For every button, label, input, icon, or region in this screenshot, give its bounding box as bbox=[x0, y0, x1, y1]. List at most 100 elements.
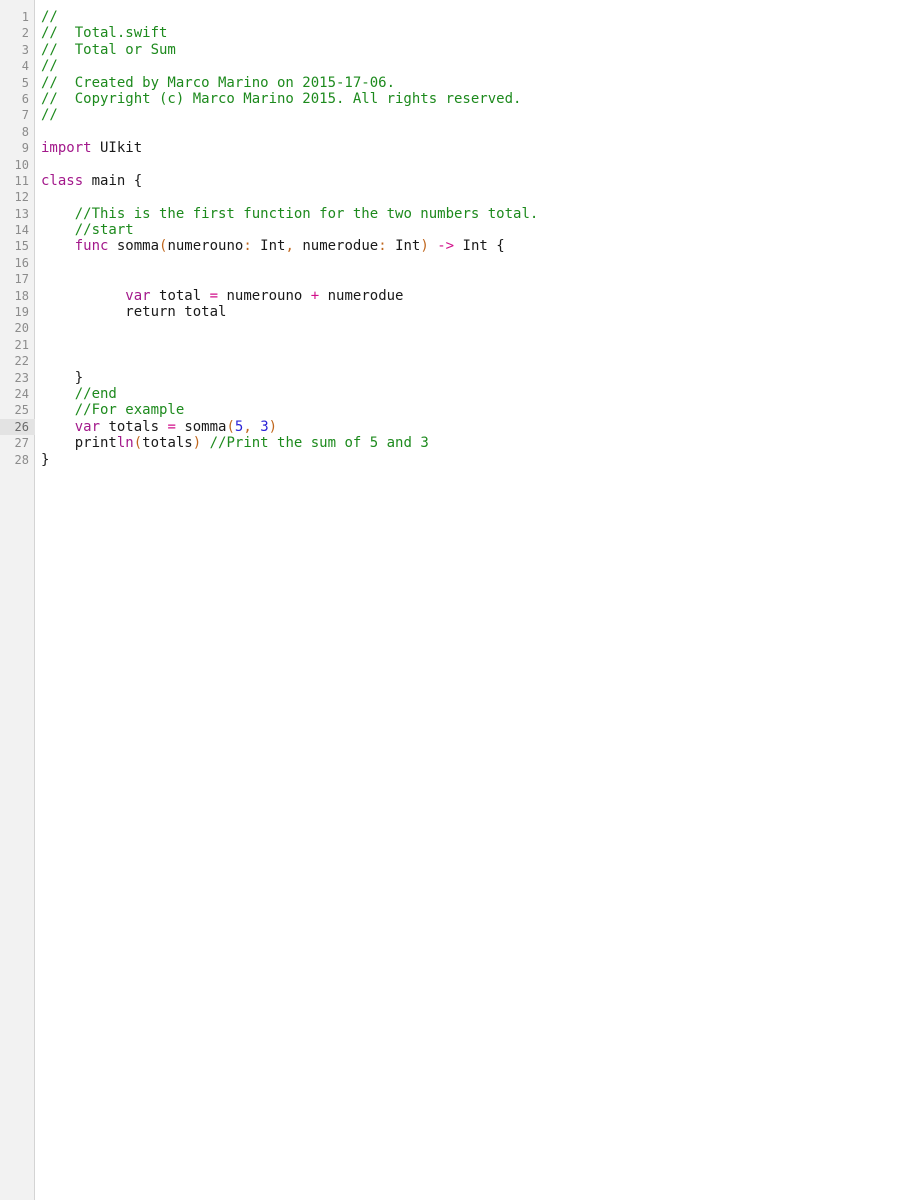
code-line[interactable] bbox=[41, 157, 900, 173]
line-number: 23 bbox=[14, 370, 29, 385]
code-line[interactable]: // bbox=[41, 9, 900, 25]
code-line[interactable] bbox=[41, 255, 900, 271]
line-number: 10 bbox=[14, 157, 29, 172]
line-number: 16 bbox=[14, 255, 29, 270]
code-token-paren: ( bbox=[133, 435, 143, 452]
code-line[interactable] bbox=[41, 353, 900, 369]
code-token-keyword: func bbox=[74, 238, 109, 255]
code-token-operator: + bbox=[310, 287, 320, 304]
line-number: 20 bbox=[14, 321, 29, 336]
code-token-keyword: var bbox=[125, 287, 151, 304]
code-line[interactable]: //This is the first function for the two… bbox=[41, 206, 900, 222]
code-text-area[interactable]: //// Total.swift// Total or Sum//// Crea… bbox=[35, 0, 900, 1200]
code-line[interactable]: // bbox=[41, 58, 900, 74]
line-number: 18 bbox=[14, 288, 29, 303]
code-line[interactable]: var totals = somma(5, 3) bbox=[41, 419, 900, 435]
line-number: 24 bbox=[14, 386, 29, 401]
code-token-keyword: ln bbox=[116, 435, 134, 452]
code-token-plain: numerouno bbox=[218, 287, 311, 304]
code-token-plain: Int { bbox=[454, 238, 505, 255]
code-line[interactable]: import UIkit bbox=[41, 140, 900, 156]
code-line[interactable]: //end bbox=[41, 386, 900, 402]
code-token-plain: UIkit bbox=[91, 140, 143, 157]
code-line[interactable]: return total bbox=[41, 304, 900, 320]
code-token-operator: -> bbox=[437, 238, 455, 255]
code-token-paren: ) bbox=[268, 418, 278, 435]
line-number: 28 bbox=[14, 452, 29, 467]
line-number: 17 bbox=[14, 272, 29, 287]
code-line[interactable] bbox=[41, 271, 900, 287]
line-number: 21 bbox=[14, 337, 29, 352]
code-token-operator: = bbox=[167, 418, 176, 435]
line-number: 4 bbox=[21, 59, 29, 74]
code-token-plain: numerodue bbox=[319, 287, 404, 304]
line-number: 25 bbox=[14, 403, 29, 418]
code-token-comment: //Print the sum of 5 and 3 bbox=[209, 435, 429, 452]
code-token-plain: totals bbox=[142, 435, 193, 452]
code-line[interactable]: // bbox=[41, 107, 900, 123]
line-number: 7 bbox=[21, 108, 29, 123]
code-token-keyword: import bbox=[41, 140, 92, 157]
code-token-comment: //start bbox=[74, 222, 134, 239]
code-token-plain: somma bbox=[108, 238, 160, 255]
line-number: 19 bbox=[14, 305, 29, 320]
code-token-paren: : bbox=[243, 238, 252, 255]
code-token-plain: Int bbox=[386, 238, 421, 255]
line-number: 5 bbox=[21, 75, 29, 90]
line-number: 1 bbox=[21, 10, 29, 24]
line-number: 22 bbox=[14, 354, 29, 369]
code-token-paren: ) bbox=[192, 435, 202, 452]
code-token-plain: totals bbox=[100, 418, 168, 435]
line-number: 2 bbox=[21, 26, 29, 41]
code-line[interactable]: func somma(numerouno: Int, numerodue: In… bbox=[41, 238, 900, 254]
code-token-operator: = bbox=[209, 287, 219, 304]
code-token-comment: // Copyright (c) Marco Marino 2015. All … bbox=[41, 90, 522, 107]
code-line[interactable] bbox=[41, 124, 900, 140]
code-line[interactable]: // Total.swift bbox=[41, 25, 900, 41]
code-line[interactable]: // Total or Sum bbox=[41, 42, 900, 58]
code-token-comment: // Total or Sum bbox=[41, 41, 176, 58]
code-line[interactable]: // Copyright (c) Marco Marino 2015. All … bbox=[41, 91, 900, 107]
line-number-gutter: 1 2 3 4 5 6 7 8 9 10 11 12 13 14 15 16 17 18 19 20 21 22 23 24 2… bbox=[0, 0, 35, 1200]
code-token-keyword: class bbox=[41, 172, 84, 189]
code-line[interactable]: println(totals) //Print the sum of 5 and… bbox=[41, 435, 900, 451]
code-line[interactable]: //start bbox=[41, 222, 900, 238]
code-token-plain: } bbox=[41, 451, 50, 468]
line-number: 6 bbox=[21, 91, 29, 106]
code-token-plain: main { bbox=[83, 172, 143, 189]
code-line[interactable]: class main { bbox=[41, 173, 900, 189]
line-number: 13 bbox=[14, 206, 29, 221]
code-line[interactable]: } bbox=[41, 370, 900, 386]
code-token-paren: ) bbox=[420, 238, 429, 255]
code-line[interactable]: var total = numerouno + numerodue bbox=[41, 288, 900, 304]
code-token-plain: } bbox=[41, 369, 84, 386]
code-line[interactable] bbox=[41, 189, 900, 205]
code-line[interactable] bbox=[41, 337, 900, 353]
code-line[interactable]: // Created by Marco Marino on 2015-17-06… bbox=[41, 75, 900, 91]
line-number: 26 bbox=[0, 418, 35, 436]
code-token-comment: // bbox=[41, 9, 58, 25]
code-token-paren: : bbox=[378, 238, 387, 255]
code-editor[interactable]: 1 2 3 4 5 6 7 8 9 10 11 12 13 14 15 16 17 18 19 20 21 22 23 24 2… bbox=[0, 0, 900, 1200]
code-token-plain: print bbox=[41, 435, 117, 452]
code-token-plain: total bbox=[150, 287, 210, 304]
line-number: 9 bbox=[21, 141, 29, 156]
code-token-paren: , bbox=[243, 418, 252, 435]
line-number: 11 bbox=[14, 173, 29, 188]
line-number: 12 bbox=[14, 190, 29, 205]
code-line[interactable]: } bbox=[41, 452, 900, 468]
line-number: 8 bbox=[21, 124, 29, 139]
code-token-number: 3 bbox=[260, 418, 269, 435]
code-token-plain: numerouno bbox=[167, 238, 244, 255]
code-line[interactable]: //For example bbox=[41, 402, 900, 418]
code-line[interactable] bbox=[41, 320, 900, 336]
code-token-keyword: var bbox=[74, 418, 101, 435]
line-number: 15 bbox=[14, 239, 29, 254]
code-token-paren: , bbox=[285, 238, 294, 255]
